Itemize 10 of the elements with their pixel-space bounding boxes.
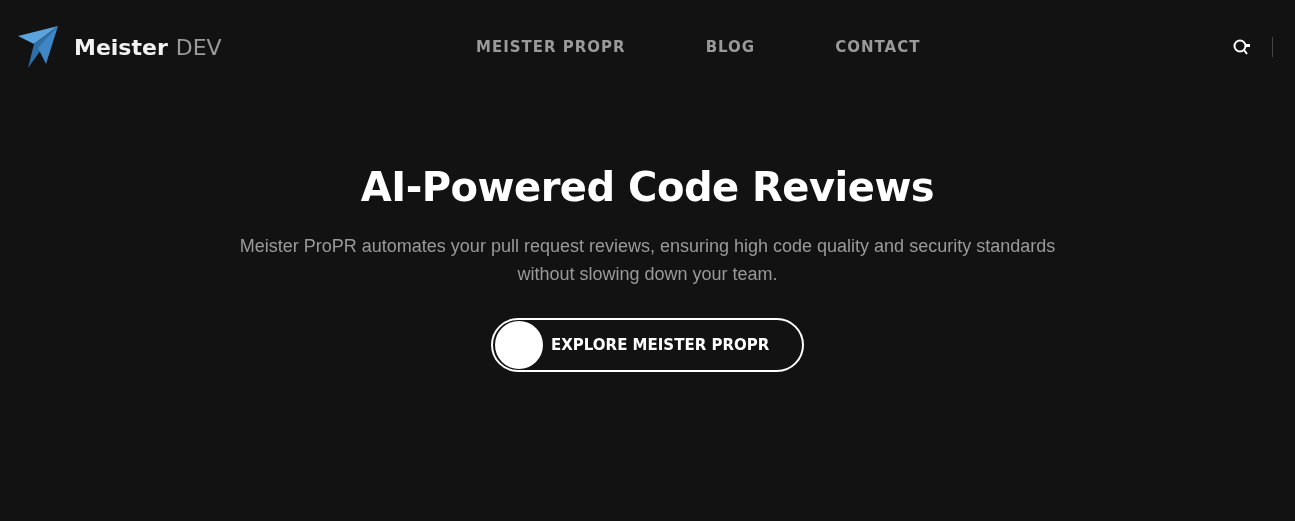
hero-title: AI-Powered Code Reviews (360, 164, 935, 210)
logo-name[interactable]: Meister (74, 34, 168, 60)
logo-suffix[interactable]: DEV (175, 34, 222, 60)
nav-link[interactable]: MEISTER PROPR (476, 38, 626, 56)
explore-button[interactable]: EXPLORE MEISTER PROPR (491, 318, 804, 372)
paper-plane-icon[interactable] (16, 24, 60, 70)
hero-subtitle: Meister ProPR automates your pull request reviews, ensuring high code quality and security standards without slowing down your team. (238, 235, 1057, 286)
nav-link[interactable]: CONTACT (835, 38, 921, 56)
search-icon[interactable] (1232, 38, 1252, 56)
nav-link[interactable]: BLOG (705, 38, 756, 56)
